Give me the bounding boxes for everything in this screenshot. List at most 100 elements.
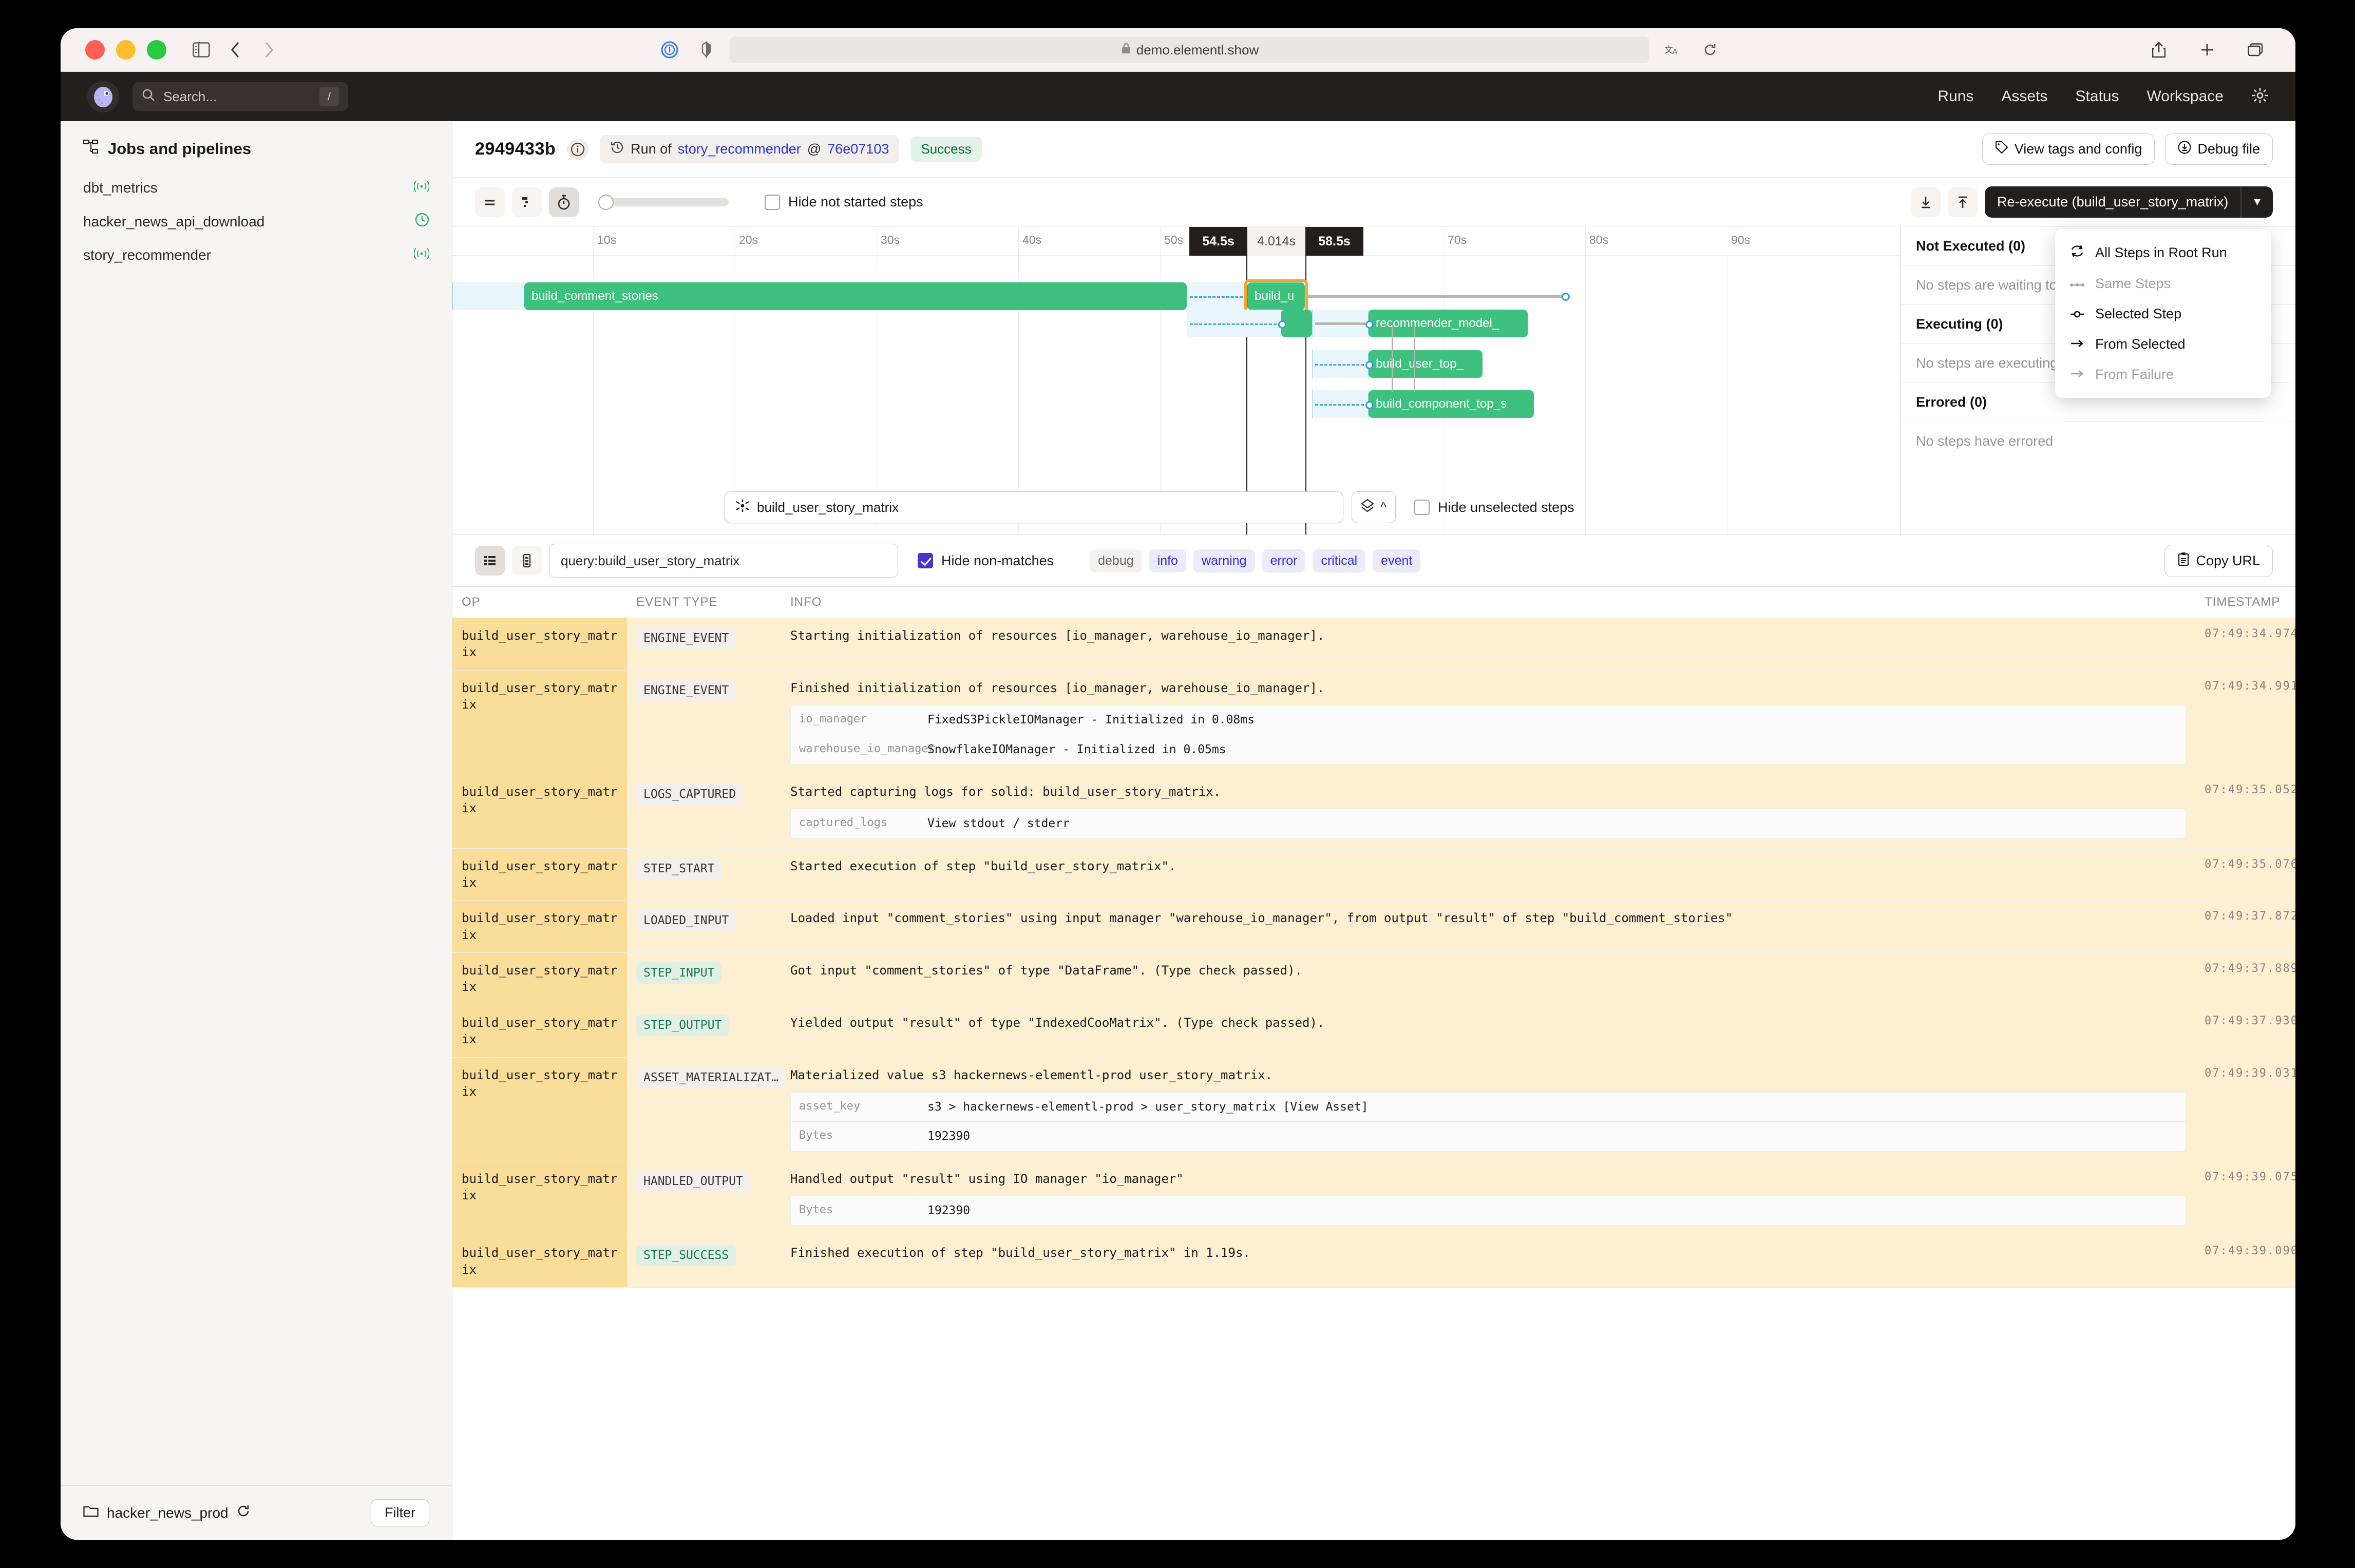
tab-overview-icon[interactable] (2242, 36, 2269, 63)
table-row[interactable]: build_user_story_matrix HANDLED_OUTPUT H… (452, 1161, 2295, 1236)
table-row[interactable]: build_user_story_matrix STEP_INPUT Got i… (452, 953, 2295, 1005)
close-window-button[interactable] (85, 40, 105, 60)
nav-item-status[interactable]: Status (2075, 88, 2119, 105)
hide-not-started-steps-checkbox-row[interactable]: Hide not started steps (765, 194, 923, 210)
job-name-link[interactable]: story_recommender (678, 141, 801, 157)
cell-event-type: HANDLED_OUTPUT (636, 1171, 750, 1192)
log-view-raw-button[interactable] (512, 546, 542, 576)
log-view-list-button[interactable] (475, 546, 505, 576)
forward-button[interactable] (256, 36, 282, 63)
back-button[interactable] (222, 36, 249, 63)
step-selector-layers-button[interactable]: ^ (1352, 491, 1396, 523)
sidebar-item-story-recommender[interactable]: story_recommender (61, 239, 452, 272)
gantt-bar-build-comment-stories[interactable]: build_comment_stories (524, 282, 1187, 310)
log-level-info[interactable]: info (1149, 549, 1186, 572)
cell-info: Handled output "result" using IO manager… (790, 1171, 2186, 1188)
axis-tick: 10s (597, 233, 616, 247)
collapse-all-button[interactable] (1911, 187, 1941, 217)
zoom-slider[interactable] (600, 187, 729, 217)
global-search-input[interactable]: Search... / (132, 82, 348, 111)
repo-label: hacker_news_prod (107, 1505, 229, 1521)
run-id: 2949433b (475, 139, 556, 159)
minimize-window-button[interactable] (116, 40, 136, 60)
hide-non-matches-checkbox[interactable] (918, 553, 933, 568)
reader-mode-icon[interactable] (693, 36, 720, 63)
new-tab-icon[interactable] (2194, 36, 2220, 63)
share-icon[interactable] (2145, 36, 2172, 63)
column-header-event-type: EVENT TYPE (627, 587, 781, 618)
re-execute-button-label[interactable]: Re-execute (build_user_story_matrix) (1985, 186, 2240, 218)
window-controls[interactable] (85, 40, 166, 60)
log-level-critical[interactable]: critical (1313, 549, 1365, 572)
log-table: OP EVENT TYPE INFO TIMESTAMP build_user_… (452, 586, 2295, 1540)
step-selector-input[interactable]: build_user_story_matrix (725, 491, 1343, 523)
reload-repo-icon[interactable] (237, 1504, 250, 1521)
sidebar-item-hacker-news-api-download[interactable]: hacker_news_api_download (61, 204, 452, 239)
table-row[interactable]: build_user_story_matrix STEP_SUCCESS Fin… (452, 1235, 2295, 1288)
hide-not-started-steps-checkbox[interactable] (765, 195, 780, 210)
view-tags-and-config-button[interactable]: View tags and config (1982, 133, 2155, 165)
table-row[interactable]: build_user_story_matrix LOGS_CAPTURED St… (452, 774, 2295, 849)
log-table-body: build_user_story_matrix ENGINE_EVENT Sta… (452, 618, 2295, 1288)
gantt-bar-build-component-top[interactable]: build_component_top_s (1369, 390, 1534, 418)
hide-unselected-steps-checkbox-row[interactable]: Hide unselected steps (1414, 500, 1574, 515)
nav-item-runs[interactable]: Runs (1938, 88, 1973, 105)
table-row[interactable]: build_user_story_matrix ENGINE_EVENT Fin… (452, 671, 2295, 774)
commit-link[interactable]: 76e07103 (827, 141, 889, 157)
column-header-op: OP (452, 587, 627, 618)
info-icon[interactable] (567, 139, 588, 160)
app-logo[interactable] (87, 81, 119, 112)
expand-all-button[interactable] (1948, 187, 1978, 217)
arrow-right-icon (2069, 336, 2085, 352)
menu-item-all-steps-in-root-run[interactable]: All Steps in Root Run (2055, 237, 2271, 269)
metadata-value[interactable]: s3 > hackernews-elementl-prod > user_sto… (919, 1093, 1377, 1121)
pipeline-icon (83, 140, 99, 158)
page-info-icon[interactable] (656, 36, 683, 63)
sidebar-toggle-icon[interactable] (188, 36, 215, 63)
log-query-input[interactable]: query:build_user_story_matrix (549, 544, 898, 578)
metadata-value[interactable]: View stdout / stderr (919, 809, 1078, 838)
filter-button[interactable]: Filter (371, 1499, 429, 1526)
table-row[interactable]: build_user_story_matrix LOADED_INPUT Loa… (452, 901, 2295, 953)
metadata-value[interactable]: FixedS3PickleIOManager - Initialized in … (919, 705, 1263, 734)
log-level-event[interactable]: event (1373, 549, 1420, 572)
debug-file-button[interactable]: Debug file (2165, 133, 2273, 165)
table-row[interactable]: build_user_story_matrix STEP_START Start… (452, 849, 2295, 901)
view-mode-timing-button[interactable] (549, 187, 579, 217)
menu-item-selected-step[interactable]: Selected Step (2055, 299, 2271, 329)
re-execute-dropdown-toggle[interactable]: ▼ (2242, 186, 2273, 218)
zoom-slider-knob[interactable] (598, 195, 614, 210)
table-row[interactable]: build_user_story_matrix ENGINE_EVENT Sta… (452, 618, 2295, 671)
menu-item-from-selected[interactable]: From Selected (2055, 329, 2271, 359)
cell-timestamp: 07:49:39.090 (2195, 1235, 2295, 1287)
view-mode-waterfall-button[interactable] (512, 187, 542, 217)
metadata-value[interactable]: SnowflakeIOManager - Initialized in 0.05… (919, 735, 1235, 764)
gear-icon[interactable] (2251, 87, 2269, 107)
table-row[interactable]: build_user_story_matrix ASSET_MATERIALIZ… (452, 1058, 2295, 1161)
re-execute-split-button[interactable]: Re-execute (build_user_story_matrix) ▼ (1985, 186, 2273, 218)
sidebar-item-dbt-metrics[interactable]: dbt_metrics (61, 171, 452, 204)
metadata-value: 192390 (919, 1122, 978, 1151)
menu-item-label: From Failure (2095, 367, 2174, 383)
log-level-warning[interactable]: warning (1193, 549, 1255, 572)
nav-item-workspace[interactable]: Workspace (2147, 88, 2224, 105)
gantt-canvas[interactable]: 10s 20s 30s 40s 50s 60s 70s 80s 90s 54.5… (452, 227, 1900, 534)
hide-unselected-steps-checkbox[interactable] (1414, 500, 1430, 515)
copy-url-button[interactable]: Copy URL (2164, 545, 2273, 577)
refresh-icon (2069, 244, 2085, 261)
cell-info: Started capturing logs for solid: build_… (790, 783, 2186, 801)
nav-item-assets[interactable]: Assets (2001, 88, 2047, 105)
run-of-breadcrumb[interactable]: Run of story_recommender @ 76e07103 (600, 135, 899, 163)
address-bar[interactable]: demo.elementl.show (730, 36, 1649, 63)
gantt-bar-label: build_user_top_ (1376, 357, 1464, 371)
hide-non-matches-checkbox-row[interactable]: Hide non-matches (918, 553, 1054, 569)
log-level-debug[interactable]: debug (1090, 549, 1142, 572)
reload-icon[interactable] (1697, 36, 1723, 63)
maximize-window-button[interactable] (147, 40, 166, 60)
view-mode-flat-button[interactable] (475, 187, 505, 217)
table-row[interactable]: build_user_story_matrix STEP_OUTPUT Yiel… (452, 1005, 2295, 1058)
log-level-error[interactable]: error (1262, 549, 1306, 572)
translate-icon[interactable]: 文A (1660, 36, 1686, 63)
gantt-bar-build-user-top[interactable]: build_user_top_ (1369, 350, 1483, 378)
debug-file-label: Debug file (2197, 141, 2260, 157)
